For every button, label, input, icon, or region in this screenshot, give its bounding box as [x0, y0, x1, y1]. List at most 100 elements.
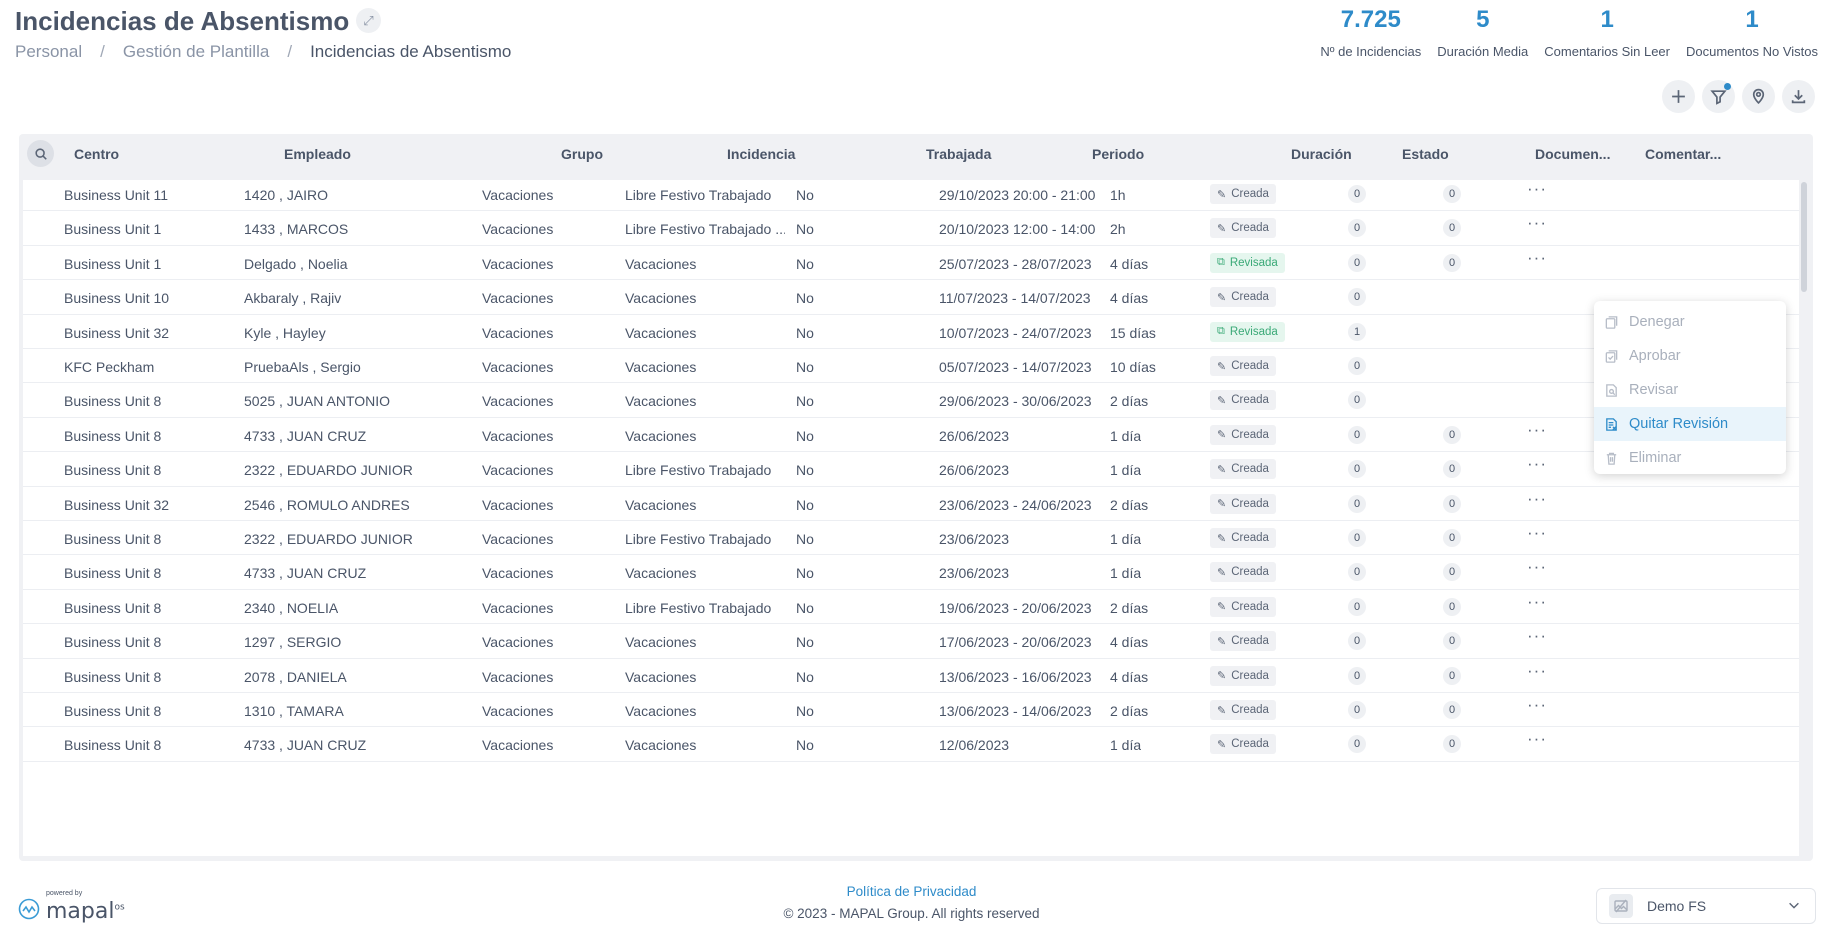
cell-empleado: Kyle , Hayley — [244, 324, 326, 341]
row-actions-icon[interactable]: ··· — [1527, 592, 1547, 612]
documents-count: 0 — [1348, 357, 1366, 375]
table-row[interactable]: Business Unit 8 4733 , JUAN CRUZ Vacacione… — [23, 727, 1799, 762]
column-header-grupo[interactable]: Grupo — [561, 146, 603, 162]
status-badge: ⧉ Revisada — [1210, 321, 1285, 342]
cell-incidencia: Libre Festivo Trabajado ... — [625, 221, 785, 238]
column-header-trabajada[interactable]: Trabajada — [926, 146, 991, 162]
row-actions-icon[interactable]: ··· — [1527, 695, 1547, 715]
cell-empleado: Delgado , Noelia — [244, 255, 348, 272]
table-row[interactable]: Business Unit 8 1297 , SERGIO Vacaciones Va… — [23, 624, 1799, 659]
column-header-empleado[interactable]: Empleado — [284, 146, 351, 162]
cell-centro: Business Unit 8 — [64, 393, 162, 410]
table-row[interactable]: Business Unit 8 2322 , EDUARDO JUNIOR Vaca… — [23, 452, 1799, 487]
search-icon — [34, 147, 47, 160]
cell-incidencia: Libre Festivo Trabajado — [625, 462, 772, 479]
location-button[interactable] — [1742, 80, 1775, 113]
kpi-label: Nº de Incidencias — [1320, 44, 1422, 59]
cell-centro: Business Unit 8 — [64, 565, 162, 582]
status-badge: ✎ Creada — [1210, 184, 1276, 204]
documents-count: 0 — [1348, 632, 1366, 651]
cell-incidencia: Libre Festivo Trabajado — [625, 599, 772, 616]
table-row[interactable]: Business Unit 8 1310 , TAMARA Vacaciones Va… — [23, 693, 1799, 728]
status-badge: ✎ Creada — [1210, 493, 1276, 514]
status-badge: ✎ Creada — [1210, 665, 1276, 686]
table-row[interactable]: Business Unit 8 4733 , JUAN CRUZ Vacacione… — [23, 418, 1799, 453]
table-row[interactable]: Business Unit 32 Kyle , Hayley Vacaciones V… — [23, 315, 1799, 349]
edit-icon: ✎ — [1217, 222, 1227, 235]
table-row[interactable]: Business Unit 8 5025 , JUAN ANTONIO Vacaci… — [23, 383, 1799, 418]
cell-duracion: 2h — [1110, 221, 1126, 238]
cell-empleado: Akbaraly , Rajiv — [244, 290, 342, 307]
company-selector[interactable]: Demo FS — [1596, 888, 1816, 924]
column-header-comentarios[interactable]: Comentar... — [1645, 146, 1721, 162]
table-row[interactable]: Business Unit 8 2340 , NOELIA Vacaciones Li… — [23, 590, 1799, 625]
reviewed-icon: ⧉ — [1217, 256, 1225, 269]
table-row[interactable]: Business Unit 10 Akbaraly , Rajiv Vacacion… — [23, 280, 1799, 315]
edit-icon: ✎ — [1217, 498, 1227, 511]
privacy-policy-link[interactable]: Política de Privacidad — [0, 884, 1823, 899]
table-row[interactable]: KFC Peckham PruebaAls , Sergio Vacaciones V… — [23, 349, 1799, 384]
column-header-estado[interactable]: Estado — [1402, 146, 1449, 162]
cell-centro: Business Unit 8 — [64, 668, 162, 685]
cell-periodo: 19/06/2023 - 20/06/2023 — [939, 599, 1092, 616]
cell-trabajada: No — [796, 255, 814, 272]
menu-item-quitar-revision[interactable]: Quitar Revisión — [1594, 407, 1786, 441]
row-actions-icon[interactable]: ··· — [1527, 661, 1547, 681]
table-row[interactable]: Business Unit 8 2078 , DANIELA Vacaciones V… — [23, 659, 1799, 693]
column-header-documentos[interactable]: Documen... — [1535, 146, 1610, 162]
status-badge: ✎ Creada — [1210, 287, 1276, 308]
expand-icon[interactable]: ⤢ — [356, 8, 381, 33]
table-search-button[interactable] — [27, 140, 54, 167]
row-actions-icon[interactable]: ··· — [1527, 489, 1547, 509]
row-actions-icon[interactable]: ··· — [1527, 626, 1547, 646]
column-header-duracion[interactable]: Duración — [1291, 146, 1352, 162]
cell-empleado: 1433 , MARCOS — [244, 221, 349, 238]
row-actions-icon[interactable]: ··· — [1527, 729, 1547, 749]
download-button[interactable] — [1782, 80, 1815, 113]
status-label: Creada — [1231, 566, 1269, 579]
cell-centro: Business Unit 32 — [64, 324, 170, 341]
cell-incidencia: Vacaciones — [625, 737, 697, 754]
cell-grupo: Vacaciones — [482, 531, 554, 547]
cell-trabajada: No — [796, 703, 814, 719]
table-row[interactable]: Business Unit 1 Delgado , Noelia Vacacione… — [23, 246, 1799, 281]
row-actions-icon[interactable]: ··· — [1527, 213, 1547, 233]
breadcrumb-item-gestion-plantilla[interactable]: Gestión de Plantilla — [123, 42, 269, 62]
cell-duracion: 1 día — [1110, 737, 1142, 754]
row-actions-icon[interactable]: ··· — [1527, 557, 1547, 577]
row-actions-icon[interactable]: ··· — [1527, 420, 1547, 440]
table-scrollbar[interactable] — [1801, 182, 1807, 292]
cell-centro: KFC Peckham — [64, 359, 155, 375]
add-button[interactable] — [1662, 80, 1695, 113]
breadcrumb-item-personal[interactable]: Personal — [15, 42, 82, 62]
footer: Política de Privacidad © 2023 - MAPAL Gr… — [0, 884, 1823, 921]
status-badge: ✎ Creada — [1210, 390, 1276, 411]
edit-icon: ✎ — [1217, 394, 1227, 407]
cell-periodo: 11/07/2023 - 14/07/2023 — [939, 290, 1091, 307]
cell-empleado: 1297 , SERGIO — [244, 634, 342, 651]
status-label: Creada — [1231, 669, 1269, 682]
table-row[interactable]: Business Unit 1 1433 , MARCOS Vacaciones Li… — [23, 211, 1799, 246]
filter-button[interactable] — [1702, 80, 1735, 113]
cell-duracion: 4 días — [1110, 290, 1149, 307]
comments-count: 0 — [1443, 529, 1461, 547]
row-actions-icon[interactable]: ··· — [1527, 454, 1547, 474]
documents-count: 0 — [1348, 494, 1366, 513]
row-actions-icon[interactable]: ··· — [1527, 523, 1547, 543]
table-row[interactable]: Business Unit 8 2322 , EDUARDO JUNIOR Vaca… — [23, 521, 1799, 556]
row-actions-icon[interactable]: ··· — [1527, 180, 1547, 199]
column-header-incidencia[interactable]: Incidencia — [727, 146, 795, 162]
review-icon — [1606, 383, 1617, 397]
documents-count: 0 — [1348, 701, 1366, 719]
table-row[interactable]: Business Unit 11 1420 , JAIRO Vacaciones Li… — [23, 180, 1799, 212]
row-context-menu: Denegar Aprobar Revisar Quitar Revisión … — [1594, 301, 1786, 474]
column-header-periodo[interactable]: Periodo — [1092, 146, 1144, 162]
cell-periodo: 05/07/2023 - 14/07/2023 — [939, 359, 1092, 375]
menu-item-revisar: Revisar — [1594, 373, 1786, 407]
table-row[interactable]: Business Unit 32 2546 , ROMULO ANDRES Vaca… — [23, 487, 1799, 521]
table-row[interactable]: Business Unit 8 4733 , JUAN CRUZ Vacacione… — [23, 555, 1799, 590]
column-header-centro[interactable]: Centro — [74, 146, 119, 162]
row-actions-icon[interactable]: ··· — [1527, 248, 1547, 268]
cell-centro: Business Unit 8 — [64, 427, 162, 444]
kpi-comentarios: 1 Comentarios Sin Leer — [1544, 6, 1670, 59]
